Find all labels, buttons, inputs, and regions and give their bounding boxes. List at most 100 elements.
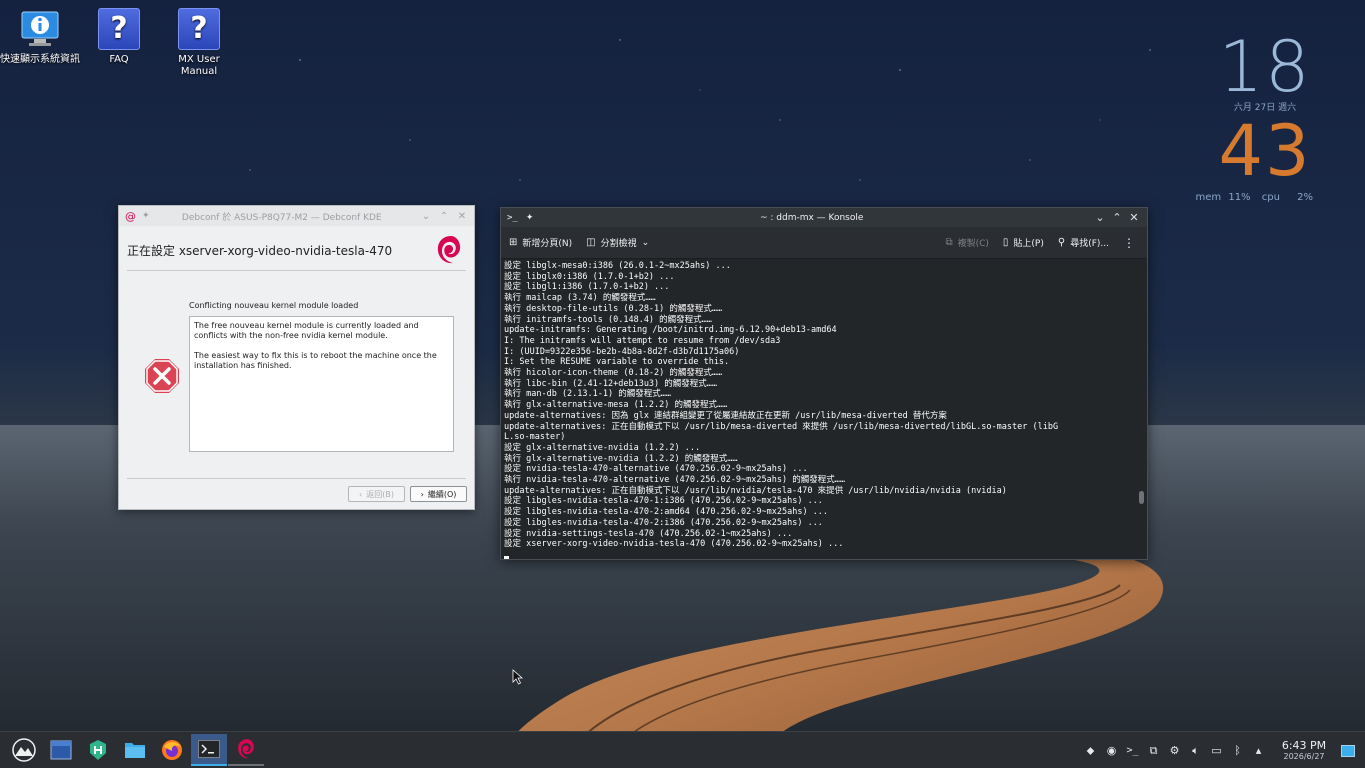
taskbar-app-konsole[interactable] (191, 734, 227, 766)
kebab-menu-icon: ⋮ (1123, 235, 1135, 250)
updater-icon[interactable]: ⬥ (1080, 744, 1101, 758)
taskbar: ⬥ ◉ >_ ⧉ ⚙ 🔈︎ ▭ ᛒ ▴ 6:43 PM 2026/6/27 (0, 731, 1365, 768)
taskbar-app-mx-tools[interactable] (80, 734, 116, 766)
terminal-line: 執行 glx-alternative-nvidia (1.2.2) 的觸發程式…… (504, 453, 738, 464)
terminal-line: update-initramfs: Generating /boot/initr… (504, 325, 837, 336)
terminal-line: 設定 libglx-mesa0:i386 (26.0.1-2~mx25ahs) … (504, 261, 731, 271)
terminal-line: 執行 man-db (2.13.1-1) 的觸發程式…… (504, 389, 671, 400)
new-tab-icon: ⊞ (509, 237, 518, 248)
terminal-line: 設定 nvidia-settings-tesla-470 (470.256.02… (504, 528, 793, 539)
terminal-line: update-alternatives: 正在自動模式下以 /usr/lib/m… (504, 421, 1059, 432)
split-view-button[interactable]: ◫ 分割檢視 ⌄ (586, 236, 649, 249)
separator (127, 270, 466, 271)
minimize-icon[interactable]: ⌄ (420, 211, 432, 222)
terminal-line: 設定 xserver-xorg-video-nvidia-tesla-470 (… (504, 539, 844, 550)
taskbar-app-debconf[interactable] (228, 734, 264, 766)
desktop-icon-faq[interactable]: ? FAQ (79, 8, 159, 66)
terminal-tray-icon[interactable]: >_ (1122, 745, 1143, 756)
cpu-value: 2% (1297, 192, 1313, 203)
mem-label: mem (1195, 192, 1222, 203)
new-tab-button[interactable]: ⊞ 新增分頁(N) (509, 236, 572, 249)
terminal-line: 設定 libgl1:i386 (1.7.0-1+b2) ... (504, 282, 670, 293)
maximize-icon[interactable]: ⌃ (1110, 211, 1124, 224)
terminal-line: 執行 hicolor-icon-theme (0.18-2) 的觸發程式…… (504, 368, 723, 379)
chevron-left-icon: ‹ (359, 489, 363, 499)
terminal-line: 設定 libglx0:i386 (1.7.0-1+b2) ... (504, 271, 675, 282)
maximize-icon[interactable]: ⌃ (438, 211, 450, 222)
scrollbar-handle[interactable] (1139, 491, 1144, 504)
next-button[interactable]: › 繼續(O) (410, 486, 467, 502)
terminal-output[interactable]: 設定 libglx-mesa0:i386 (26.0.1-2~mx25ahs) … (501, 260, 1147, 559)
question-subtitle: Conflicting nouveau kernel module loaded (189, 301, 359, 310)
debian-swirl-icon: @ (125, 209, 136, 223)
help-icon: ? (98, 8, 140, 50)
taskbar-app-desktop-pager[interactable] (43, 734, 79, 766)
system-monitor: mem 11% cpu 2% (1192, 192, 1314, 203)
debconf-header: 正在設定 xserver-xorg-video-nvidia-tesla-470 (127, 244, 393, 258)
pin-icon[interactable]: ✦ (526, 213, 534, 223)
terminal-line: 設定 nvidia-tesla-470-alternative (470.256… (504, 464, 808, 475)
taskbar-date: 2026/6/27 (1283, 751, 1325, 761)
show-desktop-button[interactable] (1341, 744, 1355, 757)
taskbar-clock[interactable]: 6:43 PM 2026/6/27 (1275, 740, 1333, 762)
konsole-titlebar[interactable]: >_ ✦ ~ : ddm-mx — Konsole ⌄ ⌃ ✕ (501, 208, 1147, 227)
window-title: Debconf 於 ASUS-P8Q77-M2 — Debconf KDE (181, 212, 382, 223)
desktop-icon-label: MX User Manual (178, 54, 220, 77)
konsole-window: >_ ✦ ~ : ddm-mx — Konsole ⌄ ⌃ ✕ ⊞ 新增分頁(N… (500, 207, 1148, 560)
terminal-line: 設定 libgles-nvidia-tesla-470-1:i386 (470.… (504, 496, 823, 507)
application-launcher[interactable] (6, 734, 42, 766)
taskbar-app-file-manager[interactable] (117, 734, 153, 766)
copy-label: 複製(C) (957, 239, 989, 249)
taskbar-app-firefox[interactable] (154, 734, 190, 766)
terminal-line: 執行 libc-bin (2.41-12+deb13u3) 的觸發程式…… (504, 378, 718, 389)
terminal-line: I: Set the RESUME variable to override t… (504, 357, 730, 368)
find-button[interactable]: ⚲ 尋找(F)... (1058, 236, 1109, 249)
terminal-cursor (504, 555, 509, 559)
next-button-label: 繼續(O) (427, 489, 457, 499)
clock-widget: 18 六月 27日 週六 43 (1215, 30, 1315, 189)
terminal-line: I: The initramfs will attempt to resume … (504, 335, 781, 346)
terminal-line: I: (UUID=9322e356-be2b-4b8a-8d2f-d3b7d11… (504, 346, 740, 357)
bluetooth-icon[interactable]: ᛒ (1227, 744, 1248, 757)
clock-minute: 43 (1218, 110, 1312, 192)
message-textbox[interactable]: The free nouveau kernel module is curren… (189, 316, 454, 452)
terminal-line: 執行 initramfs-tools (0.148.4) 的觸發程式…… (504, 314, 712, 325)
konsole-toolbar: ⊞ 新增分頁(N) ◫ 分割檢視 ⌄ ⧉ 複製(C) ▯ 貼上(P) ⚲ 尋找(… (501, 227, 1147, 259)
copy-button[interactable]: ⧉ 複製(C) (945, 236, 988, 249)
desktop-icon-label: 快速顯示系統資訊 (0, 54, 80, 65)
volume-icon[interactable]: 🔈︎ (1185, 744, 1206, 758)
terminal-line: 設定 libgles-nvidia-tesla-470-2:i386 (470.… (504, 517, 823, 528)
network-icon[interactable]: ▭ (1206, 744, 1227, 757)
terminal-lines: 設定 libglx-mesa0:i386 (26.0.1-2~mx25ahs) … (504, 261, 1144, 550)
monitor-info-icon (19, 8, 61, 50)
clipboard-status-icon[interactable]: ◉ (1101, 744, 1122, 757)
desktop-icon-quick-system-info[interactable]: 快速顯示系統資訊 (0, 8, 80, 66)
menu-button[interactable]: ⋮ (1123, 236, 1135, 250)
pin-icon[interactable]: ✦ (142, 211, 150, 221)
settings-icon[interactable]: ⚙ (1164, 744, 1185, 757)
separator (127, 478, 466, 479)
copy-icon: ⧉ (945, 237, 953, 248)
search-icon: ⚲ (1057, 237, 1066, 248)
terminal-icon (198, 740, 220, 758)
paste-button[interactable]: ▯ 貼上(P) (1003, 236, 1044, 249)
chevron-down-icon: ⌄ (641, 237, 650, 248)
terminal-icon: >_ (507, 212, 518, 223)
minimize-icon[interactable]: ⌄ (1093, 211, 1107, 224)
clipboard-icon[interactable]: ⧉ (1143, 744, 1164, 758)
debian-logo-icon (434, 233, 464, 271)
back-button[interactable]: ‹ 返回(B) (348, 486, 405, 502)
find-label: 尋找(F)... (1070, 239, 1109, 249)
new-tab-label: 新增分頁(N) (522, 239, 573, 249)
debconf-window: @ ✦ Debconf 於 ASUS-P8Q77-M2 — Debconf KD… (118, 205, 475, 510)
terminal-line: 執行 glx-alternative-mesa (1.2.2) 的觸發程式…… (504, 400, 728, 411)
close-icon[interactable]: ✕ (456, 211, 468, 222)
chevron-up-icon[interactable]: ▴ (1248, 744, 1269, 757)
terminal-line: 執行 desktop-file-utils (0.28-1) 的觸發程式…… (504, 303, 723, 314)
terminal-line: L.so-master) (504, 432, 566, 443)
mx-tools-icon (90, 740, 106, 760)
debconf-titlebar[interactable]: @ ✦ Debconf 於 ASUS-P8Q77-M2 — Debconf KD… (119, 206, 474, 226)
mouse-cursor-icon (512, 669, 524, 685)
desktop-icon-mx-user-manual[interactable]: ? MX User Manual (159, 8, 239, 78)
close-icon[interactable]: ✕ (1127, 211, 1141, 224)
